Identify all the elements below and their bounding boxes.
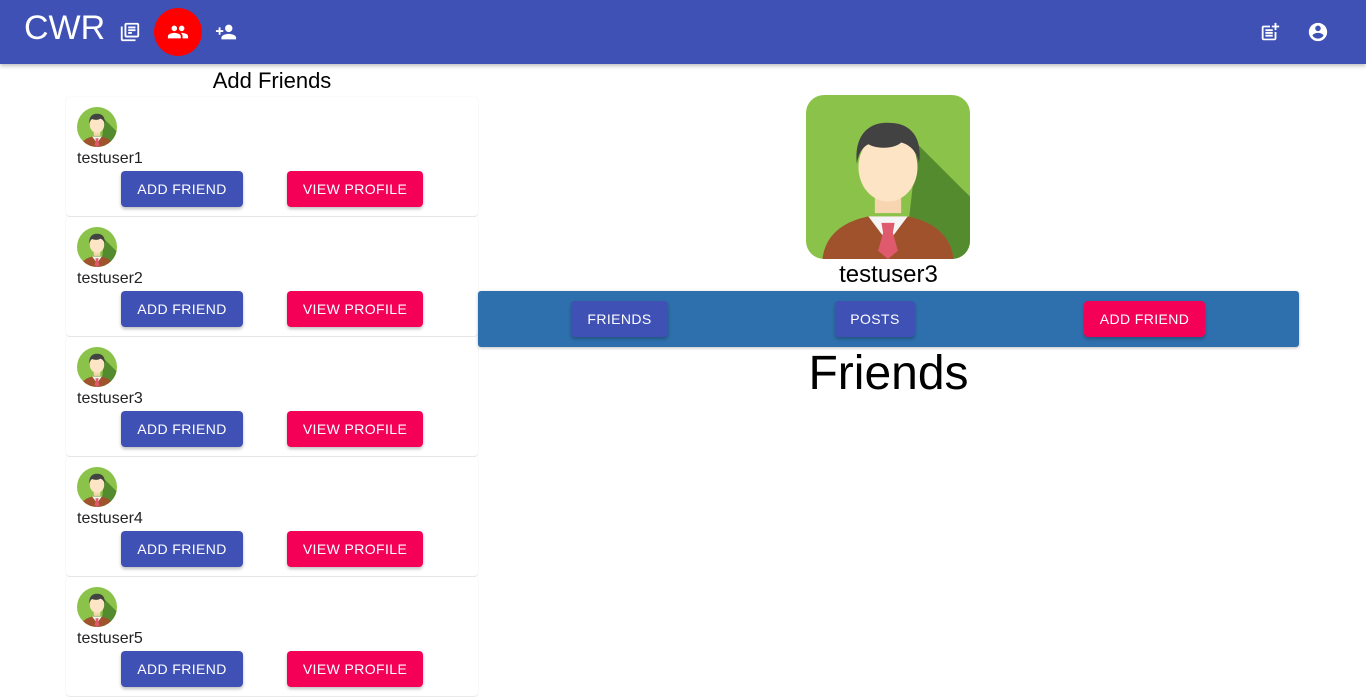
profile-username: testuser3 — [839, 261, 938, 288]
user-card: testuser5 ADD FRIEND VIEW PROFILE — [66, 577, 478, 696]
add-friends-title: Add Friends — [212, 68, 332, 93]
brand-title[interactable]: CWR — [24, 8, 105, 48]
avatar — [77, 227, 117, 267]
section-title: Friends — [808, 347, 969, 400]
view-profile-button[interactable]: VIEW PROFILE — [287, 411, 423, 447]
add-friend-button[interactable]: ADD FRIEND — [121, 291, 243, 327]
view-profile-button[interactable]: VIEW PROFILE — [287, 291, 423, 327]
avatar — [77, 467, 117, 507]
view-profile-button[interactable]: VIEW PROFILE — [287, 651, 423, 687]
profile-avatar — [806, 95, 970, 259]
user-card: testuser3 ADD FRIEND VIEW PROFILE — [66, 337, 478, 456]
add-friend-button[interactable]: ADD FRIEND — [1084, 301, 1205, 337]
avatar — [77, 107, 117, 147]
username: testuser5 — [77, 630, 143, 647]
user-card: testuser4 ADD FRIEND VIEW PROFILE — [66, 457, 478, 576]
app-bar: CWR — [0, 0, 1366, 64]
tab-friends[interactable]: FRIENDS — [571, 301, 668, 337]
add-people-icon[interactable] — [202, 8, 250, 56]
add-friend-button[interactable]: ADD FRIEND — [121, 171, 243, 207]
user-card: testuser2 ADD FRIEND VIEW PROFILE — [66, 217, 478, 336]
tab-posts[interactable]: POSTS — [835, 301, 915, 337]
library-icon[interactable] — [106, 8, 154, 56]
post-add-icon[interactable] — [1246, 8, 1294, 56]
view-profile-button[interactable]: VIEW PROFILE — [287, 531, 423, 567]
username: testuser2 — [77, 270, 143, 287]
add-friends-list: testuser1 ADD FRIEND VIEW PROFILE testus… — [66, 97, 478, 697]
view-profile-button[interactable]: VIEW PROFILE — [287, 171, 423, 207]
account-circle-icon[interactable] — [1294, 8, 1342, 56]
username: testuser1 — [77, 150, 143, 167]
username: testuser4 — [77, 510, 143, 527]
avatar — [77, 347, 117, 387]
people-icon[interactable] — [154, 8, 202, 56]
avatar — [77, 587, 117, 627]
add-friend-button[interactable]: ADD FRIEND — [121, 411, 243, 447]
add-friend-button[interactable]: ADD FRIEND — [121, 531, 243, 567]
user-card: testuser1 ADD FRIEND VIEW PROFILE — [66, 97, 478, 216]
username: testuser3 — [77, 390, 143, 407]
profile-tab-bar: FRIENDS POSTS ADD FRIEND — [478, 291, 1299, 347]
add-friend-button[interactable]: ADD FRIEND — [121, 651, 243, 687]
